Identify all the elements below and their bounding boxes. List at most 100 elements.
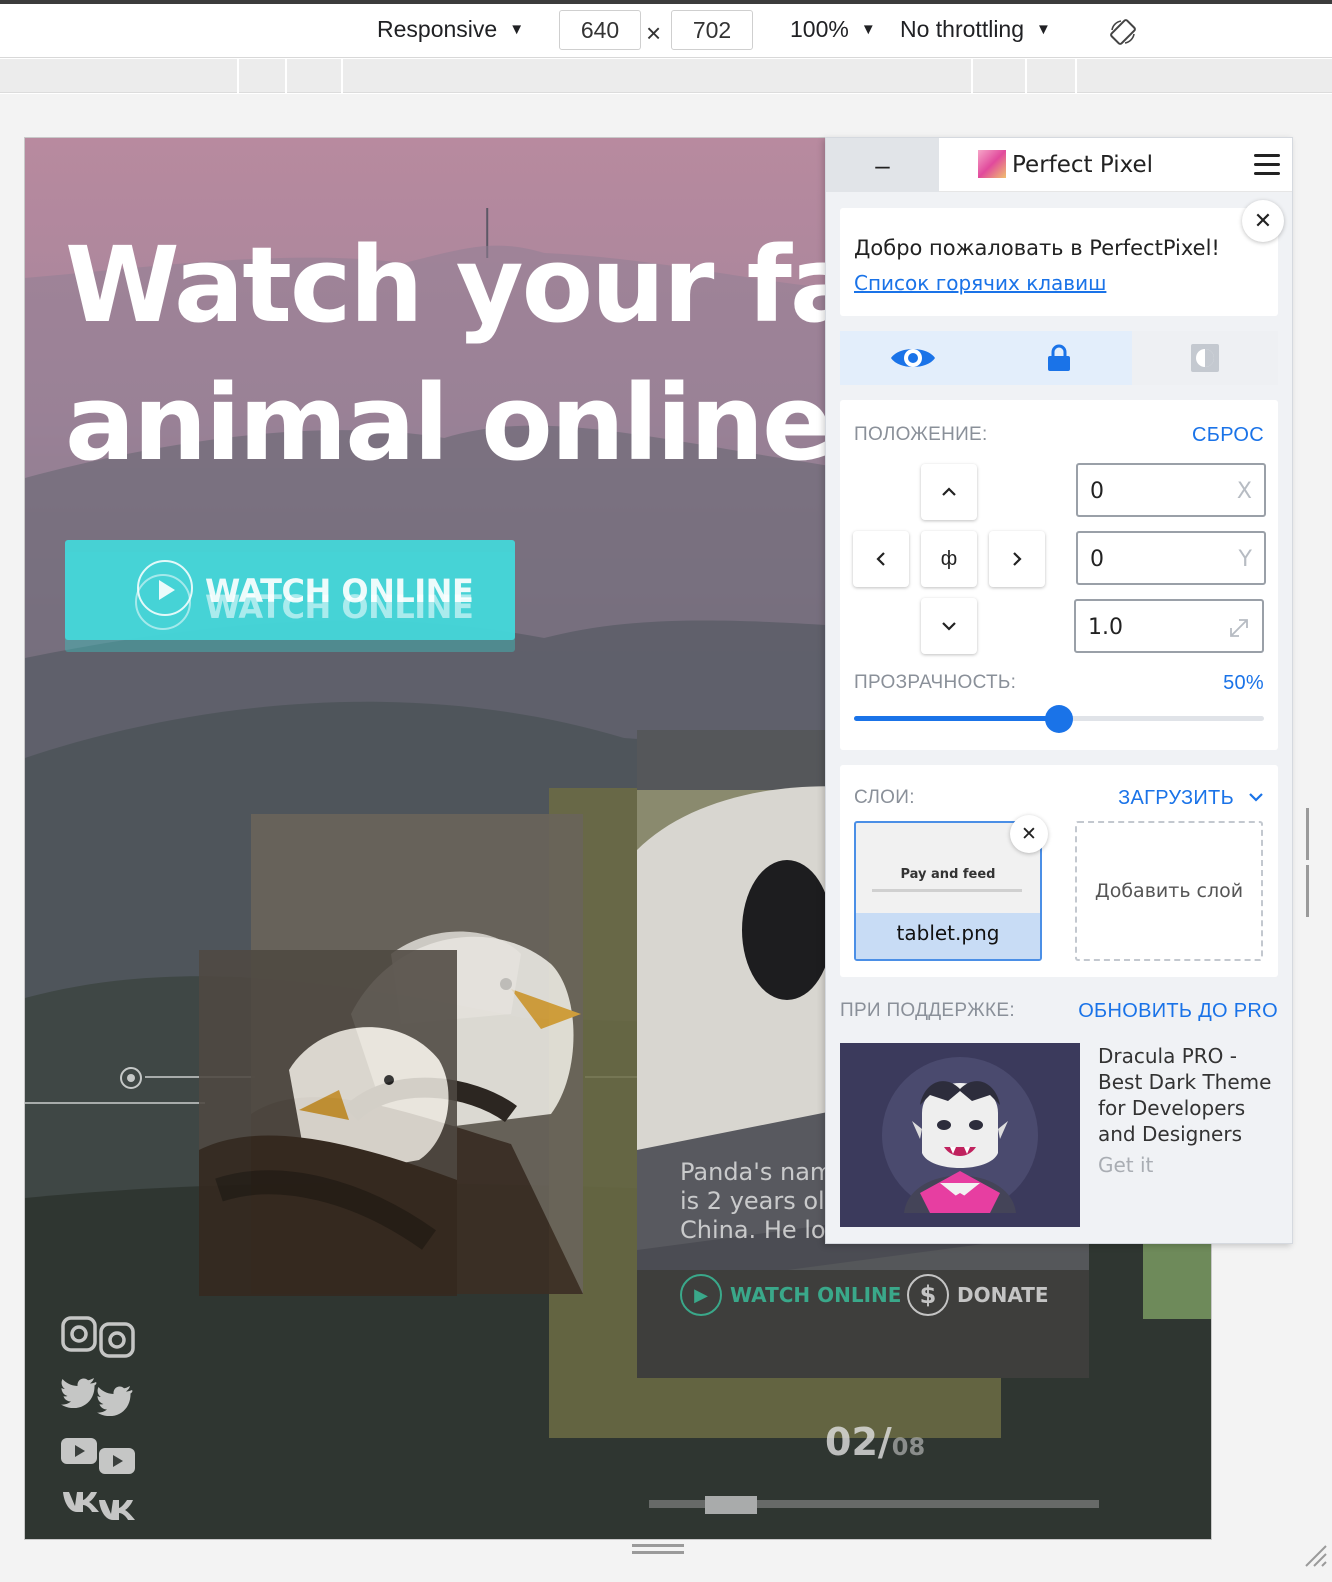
add-layer-button[interactable]: Добавить слой	[1075, 821, 1263, 961]
slider-dot-icon[interactable]	[119, 1066, 143, 1090]
minimize-button[interactable]: –	[826, 138, 939, 192]
donate-label: DONATE	[957, 1283, 1049, 1307]
watch-online-button[interactable]: WATCH ONLINE WATCH ONLINE	[65, 540, 515, 652]
hotkeys-link[interactable]: Список горячих клавиш	[854, 271, 1106, 295]
zoom-select[interactable]: 100% ▼	[790, 16, 876, 43]
ruler-divider	[341, 59, 343, 93]
opacity-label: ПРОЗРАЧНОСТЬ:	[854, 672, 1017, 693]
play-icon	[159, 580, 175, 600]
opacity-value: 50%	[1223, 672, 1264, 694]
bottom-resize-handle[interactable]	[632, 1544, 684, 1556]
ruler-divider	[971, 59, 973, 93]
move-right-button[interactable]	[989, 531, 1045, 587]
chevron-down-icon[interactable]	[1248, 791, 1264, 803]
throttling-select-label: No throttling	[900, 16, 1025, 42]
invert-colors-button[interactable]	[1132, 331, 1278, 385]
layers-label: СЛОИ:	[854, 787, 915, 808]
times-sign: ×	[646, 18, 662, 48]
card-watch-online-button[interactable]: ▶ WATCH ONLINE	[680, 1274, 901, 1316]
welcome-text: Добро пожаловать в PerfectPixel!	[854, 236, 1220, 260]
y-offset-input[interactable]: 0 Y	[1076, 531, 1266, 585]
toggle-visibility-button[interactable]	[840, 331, 986, 385]
rotate-icon[interactable]	[1109, 18, 1137, 46]
twitter-icon[interactable]	[61, 1378, 137, 1422]
chevron-left-icon	[876, 552, 885, 566]
supported-by-label: ПРИ ПОДДЕРЖКЕ:	[840, 1000, 1015, 1021]
devtools-device-toolbar: Responsive ▼ 640 × 702 100% ▼ No throttl…	[0, 0, 1332, 58]
eagle-image	[199, 950, 457, 1296]
layers-section: СЛОИ: ЗАГРУЗИТЬ Pay and feed tablet.png …	[840, 765, 1278, 977]
slide-counter: 02/08	[825, 1420, 925, 1464]
ruler-divider	[237, 59, 239, 93]
instagram-icon[interactable]	[61, 1316, 137, 1360]
media-query-bar[interactable]	[0, 59, 1332, 93]
sponsor-description[interactable]: Dracula PRO - Best Dark Theme for Develo…	[1098, 1043, 1283, 1147]
perfectpixel-header: – Perfect Pixel	[826, 138, 1292, 192]
slide-counter-current: 02/	[825, 1420, 892, 1464]
overlay-toolbar	[840, 331, 1278, 385]
center-button[interactable]: ф	[921, 531, 977, 587]
card-watch-online-label: WATCH ONLINE	[730, 1283, 902, 1307]
position-label: ПОЛОЖЕНИЕ:	[854, 424, 988, 445]
eye-icon	[891, 349, 935, 367]
perfectpixel-panel: – Perfect Pixel Добро пожаловать в Perfe…	[825, 137, 1293, 1244]
throttling-select[interactable]: No throttling ▼	[900, 16, 1051, 43]
side-resize-handle[interactable]	[1306, 808, 1316, 917]
ruler-divider	[285, 59, 287, 93]
lock-icon	[1048, 344, 1070, 371]
play-icon: ▶	[680, 1274, 722, 1316]
reset-button[interactable]: СБРОС	[1192, 424, 1264, 447]
x-offset-value: 0	[1090, 479, 1104, 504]
perfectpixel-title: Perfect Pixel	[1012, 152, 1154, 178]
dollar-icon: $	[907, 1274, 949, 1316]
ruler-divider	[1025, 59, 1027, 93]
x-suffix: X	[1236, 479, 1252, 504]
y-suffix: Y	[1238, 547, 1252, 572]
youtube-icon[interactable]	[61, 1438, 137, 1482]
upload-button[interactable]: ЗАГРУЗИТЬ	[1118, 787, 1234, 810]
perfectpixel-logo-icon	[978, 150, 1006, 178]
hero-title: Watch your fav animal online	[65, 216, 926, 492]
move-up-button[interactable]	[921, 464, 977, 520]
scale-input[interactable]: 1.0	[1074, 599, 1264, 653]
corner-resize-icon[interactable]	[1300, 1540, 1328, 1568]
hero-title-line2: animal online	[65, 362, 833, 484]
upgrade-pro-link[interactable]: ОБНОВИТЬ ДО PRO	[1078, 1000, 1278, 1023]
slider-line	[25, 1102, 205, 1104]
width-input[interactable]: 640	[559, 10, 641, 50]
chevron-down-icon	[942, 622, 956, 631]
remove-layer-button[interactable]: ✕	[1010, 815, 1048, 853]
slide-counter-total: 08	[891, 1433, 926, 1461]
panda-description: Panda's nam is 2 years old China. He lov	[680, 1158, 840, 1244]
opacity-slider-knob[interactable]	[1045, 705, 1073, 733]
device-select[interactable]: Responsive ▼	[377, 16, 524, 43]
layer-filename: tablet.png	[896, 921, 1000, 945]
position-section: ПОЛОЖЕНИЕ: СБРОС ф 0 X 0 Y 1.0 ПРОЗРАЧНО…	[840, 400, 1278, 750]
sponsor-get-it-link[interactable]: Get it	[1098, 1153, 1153, 1177]
layer-preview-title: Pay and feed	[900, 867, 996, 882]
opacity-slider-fill	[854, 716, 1059, 721]
dracula-icon	[840, 1043, 1080, 1227]
donate-button[interactable]: $ DONATE	[907, 1274, 1049, 1316]
dracula-sponsor-image[interactable]	[840, 1043, 1080, 1227]
move-left-button[interactable]	[853, 531, 909, 587]
scale-value: 1.0	[1088, 615, 1123, 640]
slide-progress-thumb[interactable]	[705, 1496, 757, 1514]
vk-icon[interactable]	[61, 1490, 137, 1534]
y-offset-value: 0	[1090, 547, 1104, 572]
close-welcome-button[interactable]: ✕	[1242, 200, 1284, 242]
height-input[interactable]: 702	[671, 10, 753, 50]
zoom-select-label: 100%	[790, 16, 849, 42]
welcome-card: Добро пожаловать в PerfectPixel! Список …	[840, 208, 1278, 316]
eagle-photo-2	[199, 950, 457, 1296]
layer-preview-line	[872, 889, 1022, 892]
hamburger-menu-icon[interactable]	[1254, 154, 1280, 176]
caret-down-icon: ▼	[509, 21, 525, 38]
x-offset-input[interactable]: 0 X	[1076, 463, 1266, 517]
chevron-right-icon	[1013, 552, 1022, 566]
invert-icon	[1191, 344, 1219, 372]
lock-button[interactable]	[986, 331, 1132, 385]
resize-diagonal-icon	[1230, 619, 1248, 637]
caret-down-icon: ▼	[860, 21, 876, 38]
move-down-button[interactable]	[921, 598, 977, 654]
